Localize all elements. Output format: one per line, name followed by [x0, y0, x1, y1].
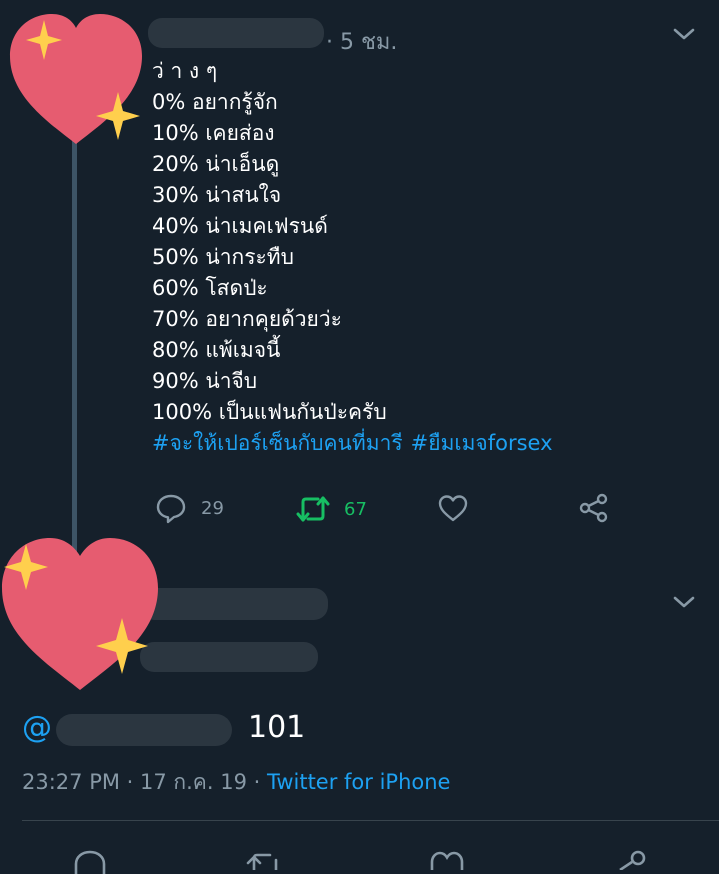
bottom-reply-button[interactable]: [72, 848, 108, 874]
tweet-timestamp: · 5 ชม.: [326, 30, 398, 55]
bottom-share-button[interactable]: [608, 848, 648, 870]
like-button[interactable]: [437, 493, 469, 523]
tweet-line: 0% อยากรู้จัก: [152, 90, 278, 114]
reply-date: · 17 ก.ค. 19 ·: [126, 770, 261, 794]
mention-at-sign[interactable]: @: [22, 710, 52, 745]
divider: [22, 820, 719, 821]
heart-outline-icon: [430, 851, 464, 870]
bottom-like-button[interactable]: [428, 848, 466, 870]
redacted-display-name: [140, 588, 328, 620]
reply-button[interactable]: 29: [155, 492, 224, 524]
hashtag-row: #จะให้เปอร์เซ็นกับคนที่มารี #ยืมเมจforsex: [152, 428, 553, 459]
redacted-display-name: [148, 18, 324, 48]
reply-text: 101: [248, 710, 306, 745]
share-nodes-icon: [579, 493, 608, 523]
sparkling-heart-emoji: [10, 14, 142, 144]
hashtag-link[interactable]: #จะให้เปอร์เซ็นกับคนที่มารี: [152, 431, 403, 455]
retweet-arrows-icon: [296, 496, 330, 522]
reply-menu-button[interactable]: [672, 592, 696, 612]
mention[interactable]: @: [22, 710, 52, 745]
tweet-text: ว่ า ง ๆ 0% อยากรู้จัก 10% เคยส่อง 20% น…: [152, 56, 553, 459]
tweet-line: 100% เป็นแฟนกันป่ะครับ: [152, 400, 387, 424]
tweet-menu-button[interactable]: [672, 24, 696, 44]
tweet-line: 30% น่าสนใจ: [152, 183, 282, 207]
retweet-button[interactable]: 67: [296, 494, 367, 524]
chevron-down-icon: [673, 28, 695, 40]
thread-connector-line: [72, 120, 77, 560]
reply-count: 29: [201, 497, 224, 519]
share-button[interactable]: [578, 492, 610, 524]
tweet-line: 70% อยากคุยด้วยว่ะ: [152, 307, 342, 331]
tweet-line: ว่ า ง ๆ: [152, 59, 218, 83]
chevron-down-icon: [673, 596, 695, 608]
tweet-line: 90% น่าจีบ: [152, 369, 258, 393]
tweet-line: 20% น่าเอ็นดู: [152, 152, 280, 176]
tweet-line: 60% โสดป่ะ: [152, 276, 268, 300]
retweet-count: 67: [344, 498, 367, 520]
speech-bubble-icon: [156, 494, 186, 524]
retweet-arrows-icon: [246, 853, 278, 870]
tweet-line: 10% เคยส่อง: [152, 121, 275, 145]
tweet-line: 80% แพ้เมจนี้: [152, 338, 281, 362]
reply-meta: 23:27 PM · 17 ก.ค. 19 · Twitter for iPho…: [22, 766, 450, 799]
bottom-retweet-button[interactable]: [246, 848, 286, 870]
sparkling-heart-emoji: [2, 538, 158, 690]
tweet-line: 40% น่าเมคเฟรนด์: [152, 214, 328, 238]
hashtag-link[interactable]: #ยืมเมจforsex: [411, 431, 553, 455]
share-nodes-icon: [619, 850, 646, 870]
redacted-mention-handle: [56, 714, 232, 746]
speech-bubble-icon: [74, 850, 106, 874]
reply-time: 23:27 PM: [22, 770, 120, 794]
heart-outline-icon: [438, 495, 468, 522]
tweet-line: 50% น่ากระทืบ: [152, 245, 294, 269]
reply-source-link[interactable]: Twitter for iPhone: [267, 770, 451, 794]
